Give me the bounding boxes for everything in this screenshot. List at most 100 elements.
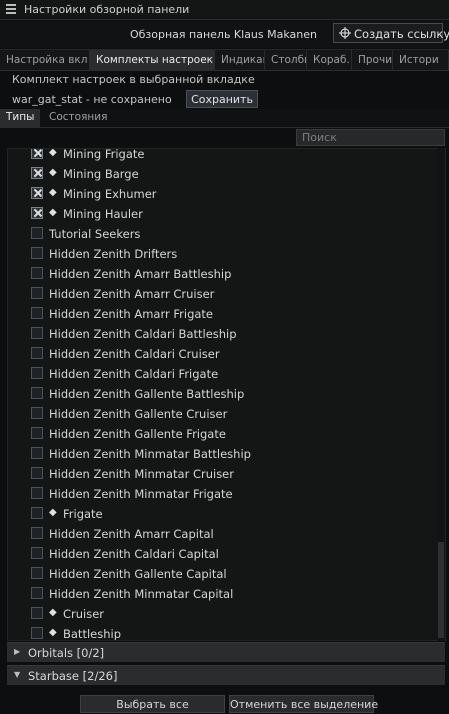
preset-state: war_gat_stat - не сохранено — [12, 93, 172, 106]
list-item[interactable]: ◆ Mining Exhumer — [8, 184, 438, 204]
diamond-icon: ◆ — [49, 507, 57, 518]
list-item[interactable]: Hidden Zenith Caldari Battleship — [8, 324, 438, 344]
list-item[interactable]: Hidden Zenith Minmatar Battleship — [8, 444, 438, 464]
list-item-label: Hidden Zenith Caldari Capital — [49, 547, 219, 561]
list-item[interactable]: Hidden Zenith Minmatar Frigate — [8, 484, 438, 504]
type-list: ◆ Mining Frigate ◆ Mining Barge ◆ Mining Exhu… — [7, 148, 446, 641]
list-item[interactable]: Hidden Zenith Gallente Capital — [8, 564, 438, 584]
list-item-label: Hidden Zenith Minmatar Battleship — [49, 447, 251, 461]
checkbox[interactable] — [31, 227, 43, 239]
checkbox[interactable] — [31, 527, 43, 539]
group-starbase[interactable]: ▼ Starbase [2/26] — [7, 665, 445, 685]
tab-presets[interactable]: Комплекты настроек в — [90, 50, 215, 70]
checkbox[interactable] — [31, 347, 43, 359]
list-item[interactable]: Hidden Zenith Minmatar Capital — [8, 584, 438, 604]
group-orbitals[interactable]: ▶ Orbitals [0/2] — [7, 642, 445, 662]
tab-states[interactable]: Состояния — [43, 109, 113, 127]
checkbox[interactable] — [31, 507, 43, 519]
link-icon — [339, 27, 351, 39]
list-item-label: Hidden Zenith Caldari Cruiser — [49, 347, 220, 361]
list-item-label: Hidden Zenith Gallente Cruiser — [49, 407, 228, 421]
chevron-down-icon: ▼ — [14, 670, 21, 679]
list-item[interactable]: Hidden Zenith Amarr Capital — [8, 524, 438, 544]
checkbox[interactable] — [31, 627, 43, 639]
list-item[interactable]: Hidden Zenith Caldari Capital — [8, 544, 438, 564]
checkbox[interactable] — [31, 367, 43, 379]
scrollbar-thumb[interactable] — [438, 542, 444, 638]
preset-label: Комплект настроек в выбранной вкладке — [12, 73, 255, 86]
list-item-label: Cruiser — [63, 607, 105, 621]
tab-ships[interactable]: Кораб. — [307, 50, 352, 70]
list-item[interactable]: Hidden Zenith Gallente Battleship — [8, 384, 438, 404]
create-link-label: Создать ссылку — [354, 27, 449, 41]
tab-misc[interactable]: Прочие — [352, 50, 393, 70]
list-item-label: Mining Hauler — [63, 207, 143, 221]
checkbox[interactable] — [31, 167, 43, 179]
list-item[interactable]: ◆ Mining Frigate — [8, 148, 438, 164]
list-item[interactable]: Hidden Zenith Amarr Frigate — [8, 304, 438, 324]
create-link-button[interactable]: Создать ссылку — [333, 23, 449, 43]
deselect-all-button[interactable]: Отменить все выделение — [229, 695, 378, 713]
list-item[interactable]: ◆ Mining Barge — [8, 164, 438, 184]
tab-columns[interactable]: Столбц — [265, 50, 307, 70]
diamond-icon: ◆ — [49, 167, 57, 178]
list-item[interactable]: ◆ Cruiser — [8, 604, 438, 624]
list-item-label: Frigate — [63, 507, 103, 521]
list-item[interactable]: Hidden Zenith Amarr Battleship — [8, 264, 438, 284]
window-title: Настройки обзорной панели — [24, 3, 190, 16]
list-item[interactable]: Hidden Zenith Minmatar Cruiser — [8, 464, 438, 484]
checkbox[interactable] — [31, 607, 43, 619]
list-scrollbar[interactable] — [438, 148, 445, 641]
checkbox[interactable] — [31, 407, 43, 419]
list-item[interactable]: ◆ Battleship — [8, 624, 438, 641]
list-item-label: Hidden Zenith Drifters — [49, 247, 178, 261]
checkbox[interactable] — [31, 287, 43, 299]
checkbox[interactable] — [31, 207, 43, 219]
list-item[interactable]: Hidden Zenith Caldari Frigate — [8, 364, 438, 384]
checkbox[interactable] — [31, 487, 43, 499]
list-item-label: Hidden Zenith Gallente Capital — [49, 567, 227, 581]
list-item[interactable]: Hidden Zenith Gallente Cruiser — [8, 404, 438, 424]
tab-types[interactable]: Типы — [0, 109, 41, 127]
tab-history[interactable]: Истори — [393, 50, 449, 70]
checkbox[interactable] — [31, 467, 43, 479]
list-item[interactable]: ◆ Frigate — [8, 504, 438, 524]
checkbox[interactable] — [31, 247, 43, 259]
list-item[interactable]: ◆ Mining Hauler — [8, 204, 438, 224]
checkbox[interactable] — [31, 427, 43, 439]
select-all-button[interactable]: Выбрать все — [80, 695, 225, 713]
checkbox[interactable] — [31, 307, 43, 319]
list-item[interactable]: Hidden Zenith Caldari Cruiser — [8, 344, 438, 364]
checkbox[interactable] — [31, 447, 43, 459]
window-titlebar: Настройки обзорной панели — [0, 0, 449, 20]
checkbox[interactable] — [31, 547, 43, 559]
diamond-icon: ◆ — [49, 207, 57, 218]
checkbox[interactable] — [31, 267, 43, 279]
checkbox[interactable] — [31, 327, 43, 339]
menu-icon[interactable] — [6, 4, 16, 14]
diamond-icon: ◆ — [49, 627, 57, 638]
tab-tab-settings[interactable]: Настройка вкл — [0, 50, 90, 70]
group-label: Starbase [2/26] — [28, 669, 118, 683]
tab-bar: Настройка вкл Комплекты настроек в Индик… — [0, 49, 449, 71]
search-input[interactable]: Поиск — [296, 129, 445, 146]
checkbox[interactable] — [31, 587, 43, 599]
list-item-label: Hidden Zenith Amarr Frigate — [49, 307, 214, 321]
checkbox[interactable] — [31, 187, 43, 199]
list-item[interactable]: Tutorial Seekers — [8, 224, 438, 244]
checkbox[interactable] — [31, 387, 43, 399]
list-item-label: Hidden Zenith Minmatar Capital — [49, 587, 234, 601]
list-item-label: Hidden Zenith Amarr Capital — [49, 527, 214, 541]
list-item-label: Hidden Zenith Minmatar Frigate — [49, 487, 233, 501]
tab-indicators[interactable]: Индикац — [215, 50, 265, 70]
checkbox[interactable] — [31, 149, 43, 159]
list-item-label: Mining Frigate — [63, 148, 145, 161]
list-item-label: Battleship — [63, 627, 121, 641]
save-button[interactable]: Сохранить — [186, 90, 258, 108]
subtab-bar: Типы Состояния — [0, 109, 449, 128]
checkbox[interactable] — [31, 567, 43, 579]
diamond-icon: ◆ — [49, 148, 57, 158]
list-item[interactable]: Hidden Zenith Amarr Cruiser — [8, 284, 438, 304]
list-item[interactable]: Hidden Zenith Gallente Frigate — [8, 424, 438, 444]
list-item[interactable]: Hidden Zenith Drifters — [8, 244, 438, 264]
